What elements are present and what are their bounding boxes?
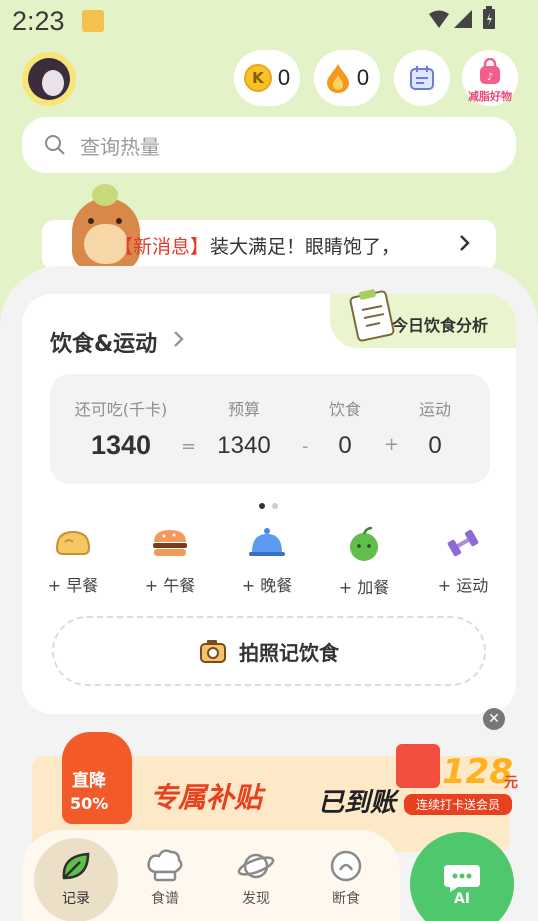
news-tag: 【新消息】: [114, 236, 210, 258]
meal-label: + 晚餐: [241, 576, 293, 595]
search-icon: [45, 135, 65, 155]
tab-label: 记录: [62, 891, 90, 907]
meal-label: + 早餐: [47, 576, 99, 595]
news-text: 装大满足！眼睛饱了，: [210, 236, 401, 258]
tab-recipes[interactable]: 食谱: [125, 848, 205, 908]
budget-value: 1340: [217, 432, 271, 459]
k-coin-button[interactable]: K 0: [234, 50, 300, 106]
fasting-icon: [330, 850, 362, 882]
exercise-value: 0: [428, 432, 442, 459]
add-breakfast-button[interactable]: + 早餐: [28, 526, 118, 596]
promo-amount: 128: [442, 752, 513, 792]
promo-headline: 专属补贴: [150, 781, 263, 814]
promo-amount-unit: 元: [504, 775, 518, 791]
page-dot-active: [259, 503, 265, 509]
meal-label: + 加餐: [338, 578, 390, 597]
chef-hat-icon: [147, 849, 183, 882]
k-coin-count: 0: [277, 65, 291, 90]
calorie-budget-box[interactable]: [50, 374, 490, 484]
fire-coin-button[interactable]: 0: [314, 50, 380, 106]
planet-icon: [237, 853, 275, 879]
tab-discover[interactable]: 发现: [216, 848, 296, 908]
bread-icon: [55, 530, 91, 555]
close-icon: ✕: [488, 711, 500, 727]
battery-icon: [483, 6, 495, 29]
k-coin-icon: K: [243, 64, 272, 92]
leaf-icon: [62, 852, 90, 880]
promo-headline-2: 已到账: [318, 788, 397, 818]
page-dot: [272, 503, 278, 509]
add-lunch-button[interactable]: + 午餐: [125, 526, 215, 596]
meal-label: + 运动: [437, 576, 489, 595]
promo-badge-value: 50%: [70, 794, 109, 813]
meal-label: + 午餐: [144, 576, 196, 595]
shopping-bag-icon: ♪: [480, 58, 500, 84]
photo-record-button[interactable]: 拍照记饮食: [52, 616, 486, 686]
cloche-icon: [249, 528, 285, 556]
calendar-button[interactable]: [394, 50, 450, 106]
user-avatar[interactable]: [22, 52, 76, 106]
fire-drop-icon: [326, 64, 349, 93]
search-placeholder: 查询热量: [80, 134, 160, 159]
calendar-icon: [410, 66, 434, 90]
tab-fasting[interactable]: 断食: [306, 848, 386, 908]
status-time: 2:23: [12, 6, 65, 36]
add-exercise-button[interactable]: + 运动: [418, 526, 508, 596]
diet-value: 0: [338, 432, 352, 459]
promo-gift-box: [396, 744, 440, 788]
add-snack-button[interactable]: + 加餐: [319, 526, 409, 598]
signal-icon: [454, 10, 472, 28]
shop-button[interactable]: ♪ 减脂好物: [462, 50, 518, 106]
burger-icon: [153, 530, 187, 556]
budget-label: 预算: [227, 400, 260, 419]
apple-icon: [350, 526, 378, 561]
close-promo-button[interactable]: ✕: [483, 708, 505, 730]
tab-label: 断食: [332, 891, 360, 907]
notification-icon: [82, 10, 104, 32]
remaining-value: 1340: [90, 430, 152, 460]
svg-text:♪: ♪: [487, 72, 493, 83]
shop-label: 减脂好物: [468, 90, 512, 103]
status-bar: 2:23: [0, 0, 538, 44]
remaining-label: 还可吃(千卡): [74, 400, 168, 419]
tab-record[interactable]: 记录: [34, 838, 118, 921]
photo-record-label: 拍照记饮食: [239, 640, 339, 665]
add-dinner-button[interactable]: + 晚餐: [222, 526, 312, 596]
chat-bubble-icon: [444, 865, 480, 892]
dumbbell-icon: [447, 529, 479, 557]
fire-coin-count: 0: [356, 65, 370, 90]
exercise-label: 运动: [418, 400, 451, 419]
search-bar[interactable]: 查询热量: [22, 117, 516, 173]
chevron-right-icon[interactable]: [172, 330, 186, 348]
analysis-label[interactable]: 今日饮食分析: [392, 312, 488, 336]
camera-icon: [200, 640, 226, 663]
wifi-icon: [429, 10, 449, 28]
tab-label: 食谱: [151, 891, 179, 907]
ai-label: AI: [453, 891, 471, 907]
tab-label: 发现: [242, 891, 270, 907]
promo-sub: 连续打卡送会员: [404, 794, 512, 815]
diet-label: 饮食: [328, 400, 361, 419]
promo-badge-top: 直降: [72, 771, 106, 791]
chevron-right-icon: [460, 235, 470, 251]
diet-section-title[interactable]: 饮食&运动: [50, 326, 157, 358]
